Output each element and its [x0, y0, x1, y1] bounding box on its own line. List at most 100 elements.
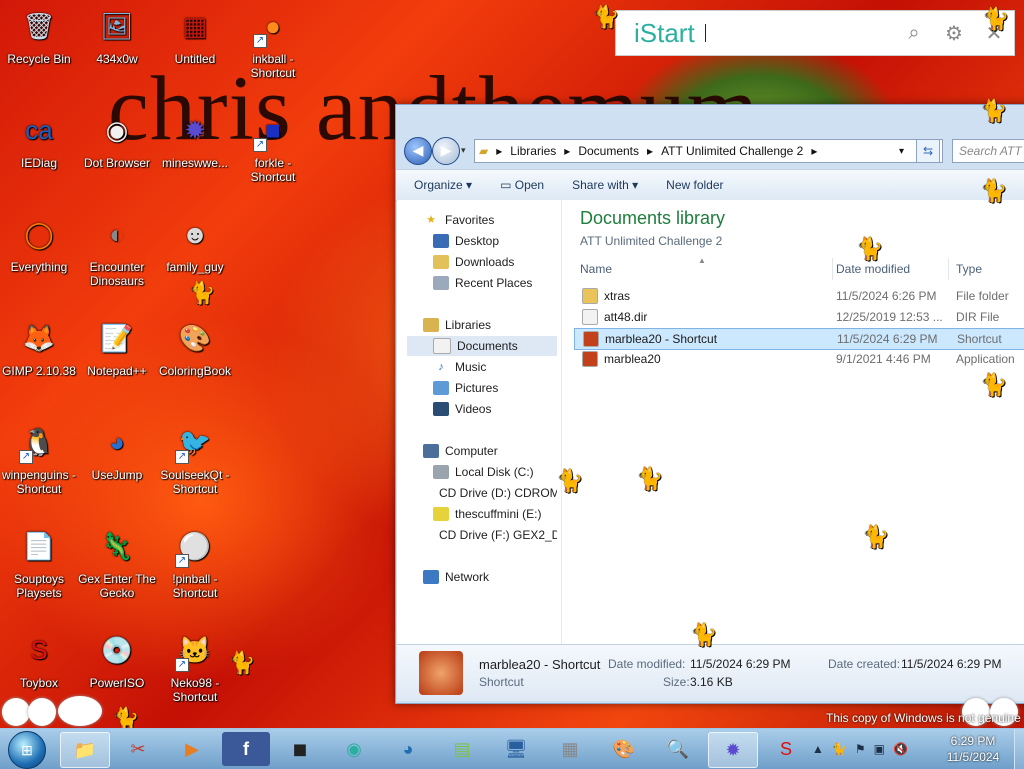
nav-libraries[interactable]: Libraries	[423, 315, 491, 335]
back-button[interactable]: ◀	[404, 137, 432, 165]
column-divider[interactable]	[832, 258, 833, 280]
desktop-icon-untitled[interactable]: ▦ Untitled	[156, 4, 234, 66]
nav-videos[interactable]: Videos	[433, 399, 491, 419]
dot-browser-icon: ◉	[105, 115, 129, 145]
nav-documents[interactable]: Documents	[407, 336, 557, 356]
taskbar-button-minesweeper[interactable]: ✹	[708, 732, 758, 768]
file-row[interactable]: xtras 11/5/2024 6:26 PM File folder	[574, 286, 1024, 306]
nav-cd-drive-d[interactable]: CD Drive (D:) CDROM	[433, 483, 557, 503]
file-row[interactable]: marblea20 - Shortcut 11/5/2024 6:29 PM Sho…	[574, 328, 1024, 350]
shortcut-arrow-icon: ↗	[19, 450, 33, 464]
taskbar-button-explorer[interactable]: 📁	[60, 732, 110, 768]
desktop-icon-neko98-shortcut[interactable]: 🐱 ↗ Neko98 - Shortcut	[156, 628, 234, 704]
desktop-icon-notepad-[interactable]: 📝 Notepad++	[78, 316, 156, 378]
organize-button[interactable]: Organize ▾	[414, 178, 472, 192]
column-header-type[interactable]: Type	[956, 262, 982, 276]
taskbar-button-ninja-game[interactable]: ◼	[276, 732, 324, 766]
breadcrumb[interactable]: ▰ ▸ Libraries ▸ Documents ▸ ATT Unlimite…	[474, 139, 943, 163]
desktop-icon-family-guy[interactable]: ☻ family_guy	[156, 212, 234, 274]
nav-network[interactable]: Network	[423, 567, 489, 587]
desktop-icon-encounter-dinosaurs[interactable]: ◐ Encounter Dinosaurs	[78, 212, 156, 288]
breadcrumb-libraries[interactable]: Libraries	[510, 144, 556, 158]
ninja-icon: ◼	[292, 738, 308, 759]
istart-search-bar[interactable]: iStart ⌕ ⚙ ✕	[615, 10, 1015, 56]
taskbar-button-paint[interactable]: 🎨	[600, 732, 648, 766]
file-row[interactable]: marblea20 9/1/2021 4:46 PM Application	[574, 349, 1024, 369]
nav-local-disk-c[interactable]: Local Disk (C:)	[433, 462, 534, 482]
nav-computer[interactable]: Computer	[423, 441, 498, 461]
breadcrumb-chevron-icon: ▸	[496, 144, 503, 158]
recent-pages-dropdown[interactable]: ▾	[461, 145, 466, 156]
dinosaur-icon: ◐	[109, 219, 125, 249]
taskbar-button-usejump[interactable]: ◕	[384, 732, 432, 766]
document-icon: 📄	[22, 531, 56, 561]
flag-icon[interactable]: ⚑	[855, 742, 866, 756]
column-header-name[interactable]: Name	[580, 262, 612, 276]
desktop-icon-usejump[interactable]: ◕ UseJump	[78, 420, 156, 482]
show-desktop-button[interactable]	[1014, 729, 1024, 769]
nav-recent-places[interactable]: Recent Places	[433, 273, 532, 293]
desktop-icon-toybox[interactable]: S Toybox	[0, 628, 78, 690]
forward-button[interactable]: ▶	[432, 137, 460, 165]
taskbar-button-media-player[interactable]: ▶	[168, 732, 216, 766]
desktop-icon-soulseekqt-shortcut[interactable]: 🐦 ↗ SoulseekQt - Shortcut	[156, 420, 234, 496]
neko-tray-icon[interactable]: 🐈	[832, 742, 847, 756]
open-button[interactable]: ▭ Open	[500, 178, 544, 192]
desktop-icon-gex-enter-the-gecko[interactable]: 🦎 Gex Enter The Gecko	[78, 524, 156, 600]
taskbar-button-dot-browser[interactable]: ◉	[330, 732, 378, 766]
neko-cat-icon: 🐈	[980, 98, 1008, 123]
neko-cat-icon: 🐈	[690, 622, 718, 647]
taskbar-button-paint-tool[interactable]: ✂	[114, 732, 162, 766]
desktop-icon-forkle-shortcut[interactable]: ■ ↗ forkle - Shortcut	[234, 108, 312, 184]
explorer-search-input[interactable]: Search ATT Ur	[952, 139, 1024, 163]
nav-downloads[interactable]: Downloads	[433, 252, 514, 272]
desktop-icon-coloringbook[interactable]: 🎨 ColoringBook	[156, 316, 234, 378]
taskbar-button-facebook[interactable]: f	[222, 732, 270, 766]
volume-muted-icon[interactable]: 🔇	[893, 742, 908, 756]
desktop-icon--pinball-shortcut[interactable]: ⚪ ↗ !pinball - Shortcut	[156, 524, 234, 600]
column-divider[interactable]	[948, 258, 949, 280]
nav-pictures[interactable]: Pictures	[433, 378, 498, 398]
gear-icon[interactable]: ⚙	[934, 21, 974, 46]
nav-music[interactable]: ♪ Music	[433, 357, 486, 377]
breadcrumb-att-folder[interactable]: ATT Unlimited Challenge 2	[661, 144, 803, 158]
nav-thescuffmini-e[interactable]: thescuffmini (E:)	[433, 504, 541, 524]
navigation-pane: ★ Favorites Desktop Downloads Recent Plac…	[397, 200, 562, 644]
nav-favorites[interactable]: ★ Favorites	[423, 210, 494, 230]
taskbar-button-magnifier[interactable]: 🔍	[654, 732, 702, 766]
desktop-icon-souptoys-playsets[interactable]: 📄 Souptoys Playsets	[0, 524, 78, 600]
explorer-window[interactable]: ◀ ▶ ▾ ▰ ▸ Libraries ▸ Documents ▸ ATT Un…	[395, 104, 1024, 704]
taskbar-button-calculator[interactable]: ▦	[546, 732, 594, 766]
nav-desktop[interactable]: Desktop	[433, 231, 499, 251]
desktop-icon-iediag[interactable]: ca IEDiag	[0, 108, 78, 170]
refresh-button[interactable]: ⇆	[916, 139, 940, 163]
share-with-button[interactable]: Share with ▾	[572, 178, 638, 192]
network-tray-icon[interactable]: ▣	[874, 742, 885, 756]
column-header-date-modified[interactable]: Date modified	[836, 262, 910, 276]
show-hidden-icons-icon[interactable]: ▲	[812, 742, 824, 756]
details-date-created-label: Date created:	[828, 657, 901, 671]
taskbar-button-network[interactable]: 🖥	[492, 732, 540, 766]
desktop-icon-everything[interactable]: ◯ Everything	[0, 212, 78, 274]
desktop-icon-gimp-2-10-38[interactable]: 🦊 GIMP 2.10.38	[0, 316, 78, 378]
shortcut-arrow-icon: ↗	[253, 34, 267, 48]
breadcrumb-documents[interactable]: Documents	[578, 144, 639, 158]
taskbar-clock[interactable]: 6:29 PM 11/5/2024	[938, 733, 1008, 765]
desktop-icon-mineswwe-[interactable]: ✹ mineswwe...	[156, 108, 234, 170]
taskbar-button-sticky-notes[interactable]: ▤	[438, 732, 486, 766]
desktop-icon	[433, 234, 449, 248]
search-icon[interactable]: ⌕	[894, 22, 934, 45]
desktop-icon-poweriso[interactable]: 💿 PowerISO	[78, 628, 156, 690]
desktop-icon-recycle-bin[interactable]: 🗑 Recycle Bin	[0, 4, 78, 66]
nav-cd-drive-f[interactable]: CD Drive (F:) GEX2_D	[433, 525, 557, 545]
desktop-icon-dot-browser[interactable]: ◉ Dot Browser	[78, 108, 156, 170]
chevron-down-icon[interactable]: ▾	[899, 146, 904, 157]
file-row[interactable]: att48.dir 12/25/2019 12:53 ... DIR File	[574, 307, 1024, 327]
desktop-icon-inkball-shortcut[interactable]: ● ↗ inkball - Shortcut	[234, 4, 312, 80]
taskbar-button-toybox[interactable]: S	[762, 732, 810, 766]
new-folder-button[interactable]: New folder	[666, 178, 723, 192]
start-button[interactable]: ⊞	[8, 731, 46, 769]
desktop-icon-winpenguins-shortcut[interactable]: 🐧 ↗ winpenguins - Shortcut	[0, 420, 78, 496]
hard-drive-icon	[433, 465, 449, 479]
desktop-icon-434x0w[interactable]: 🖼 434x0w	[78, 4, 156, 66]
